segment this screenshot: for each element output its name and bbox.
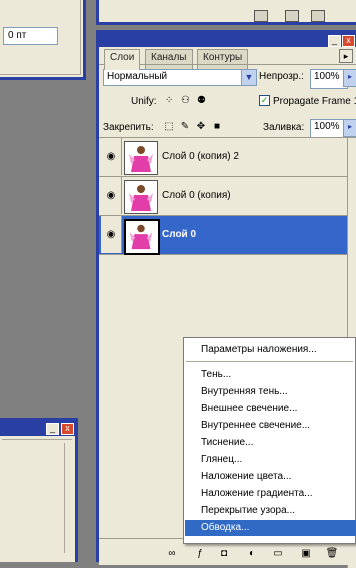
tab-layers[interactable]: Слои: [104, 49, 141, 70]
menu-item-stroke[interactable]: Обводка...: [185, 520, 356, 536]
close-icon[interactable]: x: [61, 423, 74, 435]
menu-item-bevel-emboss[interactable]: Тиснение...: [185, 435, 356, 451]
menu-item-drop-shadow[interactable]: Тень...: [185, 367, 356, 383]
fill-arrow-icon[interactable]: ▸: [343, 119, 356, 137]
unify-position-icon[interactable]: ⁘: [165, 95, 177, 107]
opacity-label: Непрозр.:: [259, 71, 304, 82]
lock-move-icon[interactable]: ✥: [195, 121, 207, 133]
top-left-panel: 0 пт: [0, 0, 86, 80]
layer-name: Слой 0: [162, 229, 197, 240]
delete-icon[interactable]: [311, 10, 325, 22]
menu-separator: [186, 361, 353, 362]
eye-icon[interactable]: ◉: [101, 138, 122, 175]
new-layer-icon[interactable]: ▣: [299, 548, 313, 560]
mask-icon[interactable]: ◘: [217, 548, 231, 560]
blend-mode-select[interactable]: Нормальный: [103, 69, 257, 86]
menu-item-satin[interactable]: Глянец...: [185, 452, 356, 468]
propagate-label: Propagate Frame 1: [273, 96, 356, 107]
unify-visibility-icon[interactable]: ⚇: [181, 95, 193, 107]
menu-item-gradient-overlay[interactable]: Наложение градиента...: [185, 486, 356, 502]
opacity-arrow-icon[interactable]: ▸: [343, 69, 356, 87]
new-item-icon[interactable]: [285, 10, 299, 22]
tab-paths[interactable]: Контуры: [197, 49, 249, 70]
layer-style-icon[interactable]: ƒ: [193, 548, 207, 560]
tab-channels[interactable]: Каналы: [145, 49, 193, 70]
minimize-icon[interactable]: _: [46, 423, 59, 435]
layer-style-menu: Параметры наложения... Тень... Внутрення…: [183, 337, 356, 544]
menu-item-blending-options[interactable]: Параметры наложения...: [185, 342, 356, 358]
menu-item-inner-glow[interactable]: Внутреннее свечение...: [185, 418, 356, 434]
menu-item-inner-shadow[interactable]: Внутренняя тень...: [185, 384, 356, 400]
fill-label: Заливка:: [263, 122, 305, 133]
chevron-down-icon[interactable]: ▼: [241, 70, 256, 85]
group-icon[interactable]: ▭: [271, 548, 285, 560]
top-right-panel: [96, 0, 356, 25]
menu-item-pattern-overlay[interactable]: Перекрытие узора...: [185, 503, 356, 519]
propagate-checkbox[interactable]: ✓: [259, 95, 270, 106]
menu-item-outer-glow[interactable]: Внешнее свечение...: [185, 401, 356, 417]
lock-brush-icon[interactable]: ✎: [179, 121, 191, 133]
lock-transparency-icon[interactable]: ⬚: [163, 121, 175, 133]
divider: [2, 439, 72, 440]
layer-row[interactable]: ◉ Слой 0 (копия): [99, 177, 347, 216]
menu-item-color-overlay[interactable]: Наложение цвета...: [185, 469, 356, 485]
trash-icon[interactable]: 🗑: [325, 548, 339, 560]
layer-row[interactable]: ◉ Слой 0 (копия) 2: [99, 138, 347, 177]
layer-name: Слой 0 (копия): [162, 190, 231, 201]
lock-label: Закрепить:: [103, 122, 154, 133]
close-icon[interactable]: x: [342, 35, 355, 47]
adjustment-icon[interactable]: ◐: [245, 548, 259, 560]
eye-icon[interactable]: ◉: [101, 177, 122, 214]
lock-all-icon[interactable]: ■: [211, 121, 223, 133]
minimize-icon[interactable]: _: [328, 35, 341, 47]
layer-name: Слой 0 (копия) 2: [162, 151, 239, 162]
link-icon[interactable]: ∞: [165, 548, 179, 560]
bottom-left-window: _ x: [0, 418, 78, 562]
layer-thumbnail: [124, 141, 158, 175]
list-icon[interactable]: [254, 10, 268, 22]
scrollbar[interactable]: [64, 443, 73, 553]
size-input-field[interactable]: 0 пт: [3, 27, 58, 45]
bottom-left-titlebar: _ x: [0, 421, 75, 436]
unify-label: Unify:: [131, 96, 157, 107]
layer-row-selected[interactable]: ◉ Слой 0: [99, 216, 347, 255]
layers-titlebar: _ x: [99, 33, 356, 47]
layer-thumbnail: [124, 180, 158, 214]
eye-icon[interactable]: ◉: [101, 216, 122, 253]
unify-style-icon[interactable]: ⚉: [197, 95, 209, 107]
layer-thumbnail: [124, 219, 160, 255]
panel-menu-icon[interactable]: ▸: [339, 49, 353, 63]
